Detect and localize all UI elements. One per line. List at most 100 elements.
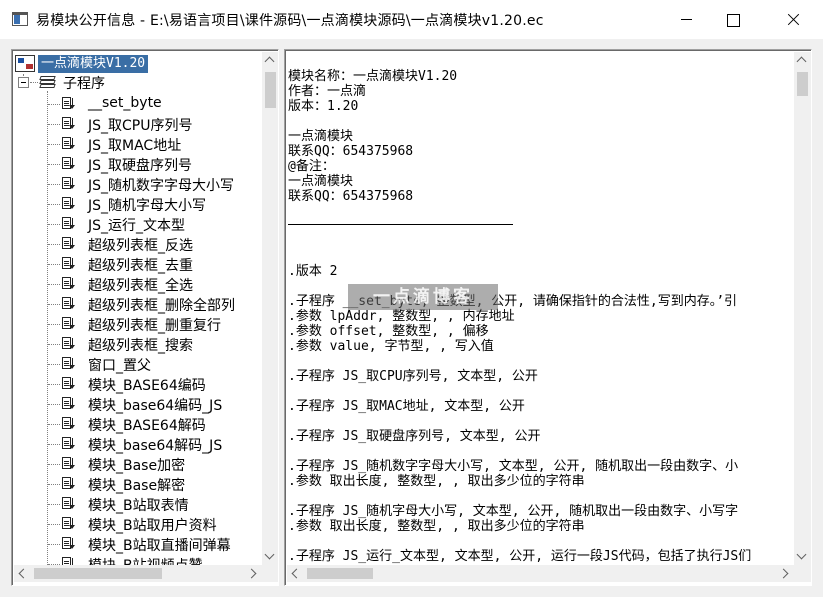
tree-item-label: JS_运行_文本型 (88, 218, 186, 234)
scroll-down-icon[interactable] (794, 548, 811, 565)
tree-item[interactable]: 超级列表框_全选 (14, 274, 261, 294)
tree-item-label: __set_byte (88, 95, 162, 111)
minimize-button[interactable] (663, 0, 709, 39)
tree-item-label: 模块_BASE64解码 (88, 418, 206, 434)
tree-item[interactable]: JS_运行_文本型 (14, 214, 261, 234)
scroll-right-icon[interactable] (777, 565, 794, 582)
scroll-down-icon[interactable] (262, 548, 278, 565)
tree-item[interactable]: 超级列表框_反选 (14, 234, 261, 254)
tree-horizontal-scrollbar[interactable] (14, 565, 262, 582)
info-text-line: .子程序 JS_取硬盘序列号, 文本型, 公开 (288, 429, 541, 444)
subroutine-doc-arrow-icon (62, 117, 75, 130)
tree-item[interactable]: 模块_B站取直播间弹幕 (14, 534, 261, 554)
tree-item[interactable]: 模块_B站取用户资料 (14, 514, 261, 534)
tree-item[interactable]: 模块_B站取表情 (14, 494, 261, 514)
info-vertical-scrollbar[interactable] (794, 52, 811, 565)
tree-connector (48, 364, 60, 365)
tree-item[interactable]: JS_取硬盘序列号 (14, 154, 261, 174)
tree-folder-label[interactable]: 子程序 (63, 73, 105, 93)
module-tree[interactable]: 一点滴模块V1.20 子程序 __set_byte JS_取CPU序列号 JS_取M… (14, 52, 261, 565)
tree-item[interactable]: 模块_BASE64解码 (14, 414, 261, 434)
tree-item[interactable]: JS_取MAC地址 (14, 134, 261, 154)
tree-item[interactable]: JS_随机字母大小写 (14, 194, 261, 214)
subroutine-doc-arrow-icon (62, 237, 75, 250)
tree-connector (48, 164, 60, 165)
subroutine-doc-arrow-icon (62, 517, 75, 530)
tree-connector (48, 284, 60, 285)
tree-item[interactable]: 模块_Base解密 (14, 474, 261, 494)
subroutine-doc-arrow-icon (62, 377, 75, 390)
tree-item[interactable]: 模块_Base加密 (14, 454, 261, 474)
tree-item-label: 超级列表框_去重 (88, 258, 193, 274)
info-horizontal-scrollbar[interactable] (287, 565, 794, 582)
scroll-thumb[interactable] (307, 568, 373, 579)
info-text-line: .子程序 JS_随机数字字母大小写, 文本型, 公开, 随机取出一段由数字、小 (288, 459, 739, 474)
tree-root-label[interactable]: 一点滴模块V1.20 (38, 55, 149, 73)
tree-item[interactable]: 超级列表框_删重复行 (14, 314, 261, 334)
tree-item[interactable]: 模块_B站视频点赞 (14, 554, 261, 565)
tree-item-label: 超级列表框_删重复行 (88, 318, 221, 334)
tree-item[interactable]: 模块_BASE64编码 (14, 374, 261, 394)
subroutine-doc-arrow-icon (62, 297, 75, 310)
tree-item-label: 超级列表框_反选 (88, 238, 193, 254)
tree-item-label: JS_随机字母大小写 (88, 198, 207, 214)
app-window-icon (12, 12, 28, 26)
tree-connector (48, 344, 60, 345)
info-text-line: .参数 value, 字节型, , 写入值 (288, 339, 494, 354)
info-text-line: .子程序 JS_运行_文本型, 文本型, 公开, 运行一段JS代码，包括了执行J… (288, 549, 752, 564)
subroutine-doc-arrow-icon (62, 397, 75, 410)
scroll-left-icon[interactable] (14, 565, 31, 582)
scroll-up-icon[interactable] (794, 52, 811, 69)
tree-item-label: 模块_B站取直播间弹幕 (88, 538, 231, 554)
scroll-right-icon[interactable] (245, 565, 262, 582)
tree-item-label: 超级列表框_删除全部列 (88, 298, 235, 314)
tree-item[interactable]: 模块_base64编码_JS (14, 394, 261, 414)
info-text-line: .参数 取出长度, 整数型, , 取出多少位的字符串 (288, 474, 585, 489)
tree-connector (48, 484, 60, 485)
tree-item[interactable]: 超级列表框_删除全部列 (14, 294, 261, 314)
tree-item[interactable]: 窗口_置父 (14, 354, 261, 374)
title-bar: 易模块公开信息 - E:\易语言项目\课件源码\一点滴模块源码\一点滴模块v1.… (0, 0, 823, 39)
info-text-line: .版本 2 (288, 264, 338, 279)
tree-item-label: 超级列表框_全选 (88, 278, 193, 294)
collapse-toggle-icon[interactable] (18, 77, 29, 88)
tree-item-label: 模块_base64编码_JS (88, 398, 223, 414)
tree-item[interactable]: __set_byte (14, 94, 261, 114)
close-button[interactable] (769, 0, 815, 39)
subroutine-doc-arrow-icon (62, 537, 75, 550)
tree-vertical-scrollbar[interactable] (262, 52, 278, 565)
tree-item[interactable]: JS_随机数字字母大小写 (14, 174, 261, 194)
scroll-left-icon[interactable] (287, 565, 304, 582)
tree-item-label: 窗口_置父 (88, 358, 151, 374)
tree-connector (48, 324, 60, 325)
tree-item[interactable]: 模块_base64解码_JS (14, 434, 261, 454)
watermark: 一点滴博客 (348, 284, 498, 310)
info-text-line: 作者：一点滴 (288, 84, 367, 99)
scroll-up-icon[interactable] (262, 52, 278, 69)
scroll-thumb[interactable] (34, 568, 162, 579)
tree-connector (48, 544, 60, 545)
tree-item-label: JS_随机数字字母大小写 (88, 178, 235, 194)
tree-connector (48, 444, 60, 445)
info-text-line: 一点滴模块 (288, 174, 354, 189)
scroll-thumb[interactable] (797, 72, 808, 96)
maximize-button[interactable] (709, 0, 755, 39)
subroutine-doc-arrow-icon (62, 417, 75, 430)
tree-item-label: 模块_B站取用户资料 (88, 518, 217, 534)
tree-connector (48, 124, 60, 125)
tree-item-label: 模块_BASE64编码 (88, 378, 206, 394)
scroll-thumb[interactable] (265, 72, 276, 108)
subroutine-doc-arrow-icon (62, 437, 75, 450)
info-text-line: .子程序 JS_取MAC地址, 文本型, 公开 (288, 399, 525, 414)
subroutine-doc-arrow-icon (62, 97, 75, 110)
module-info-text[interactable]: .子程序 JS_运行_文本型, 文本型, 公开, 运行一段JS代码，包括了执行J… (288, 52, 793, 565)
tree-item[interactable]: 超级列表框_搜索 (14, 334, 261, 354)
info-text-line: @备注： (288, 159, 335, 174)
tree-connector (30, 82, 38, 83)
subroutine-doc-arrow-icon (62, 557, 75, 565)
module-tree-panel: 一点滴模块V1.20 子程序 __set_byte JS_取CPU序列号 JS_取M… (11, 49, 279, 586)
info-text-line: .子程序 JS_随机字母大小写, 文本型, 公开, 随机取出一段由数字、小写字 (288, 504, 739, 519)
tree-item[interactable]: JS_取CPU序列号 (14, 114, 261, 134)
tree-item[interactable]: 超级列表框_去重 (14, 254, 261, 274)
tree-item-label: 模块_B站取表情 (88, 498, 189, 514)
